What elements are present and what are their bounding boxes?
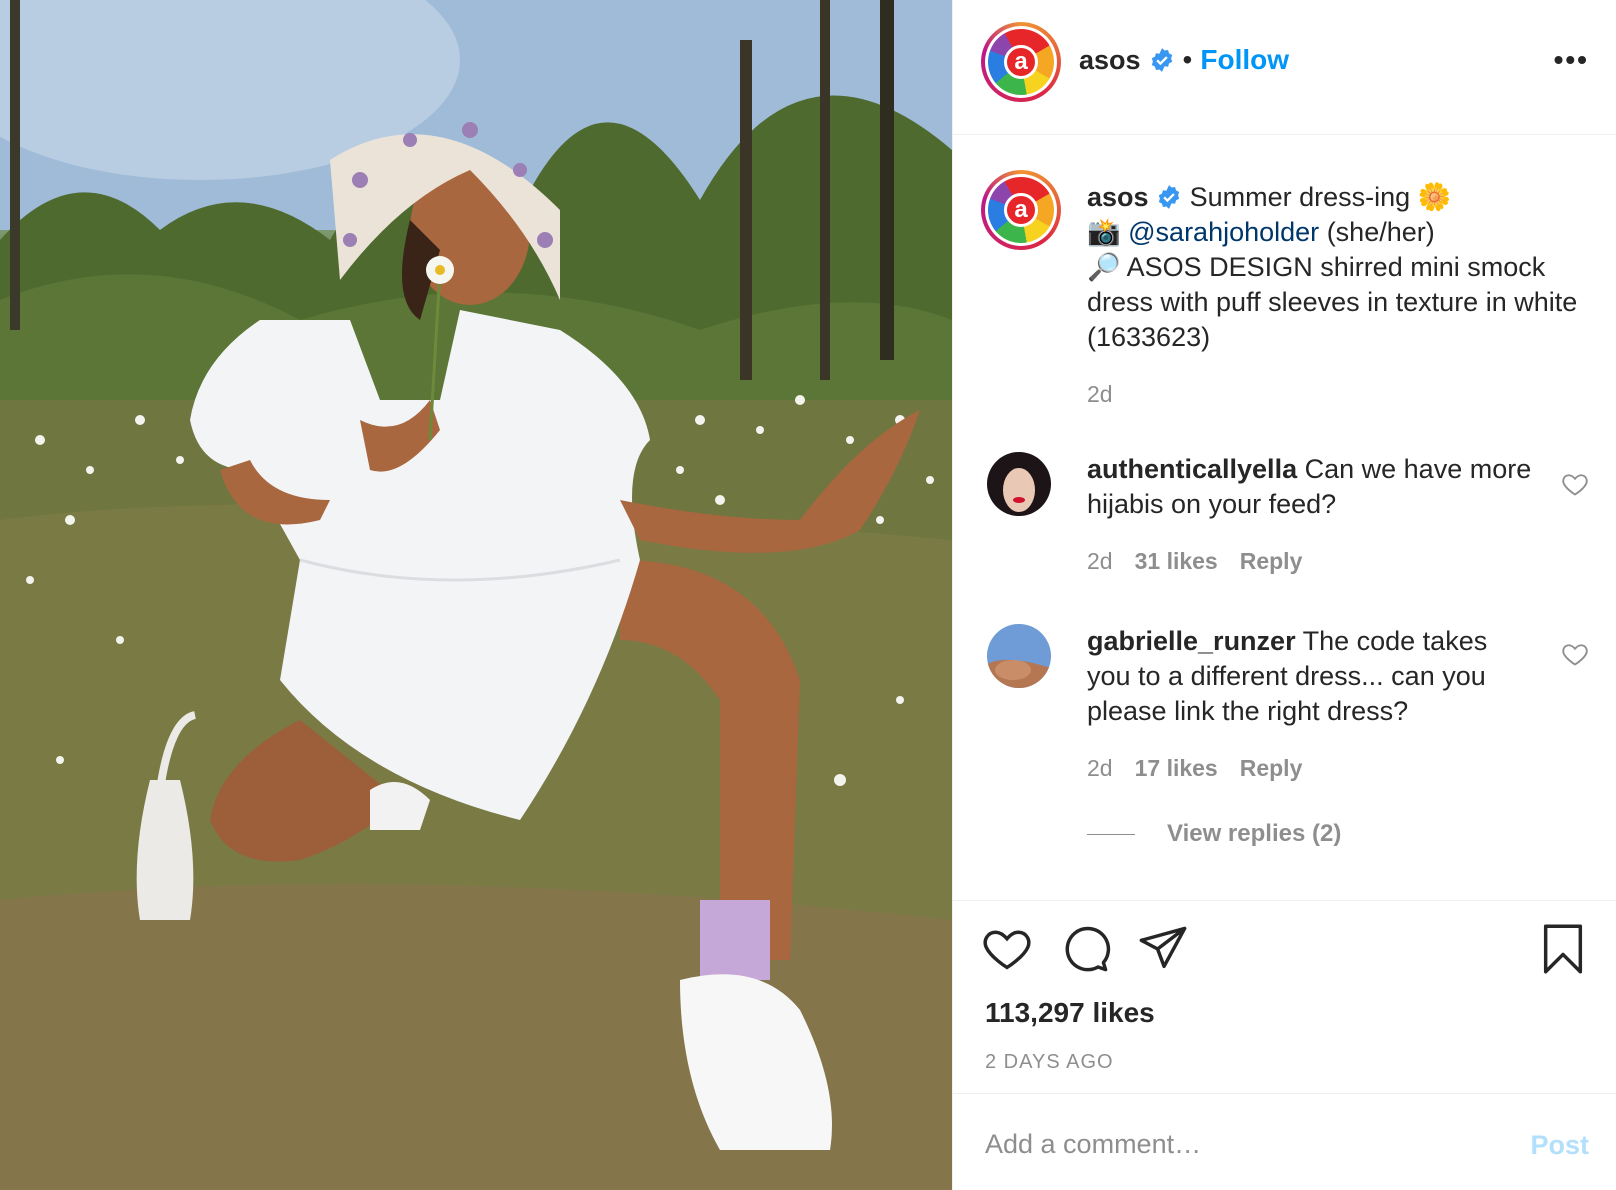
commenter-avatar[interactable] bbox=[987, 624, 1051, 688]
post-comment-button[interactable]: Post bbox=[1530, 1130, 1589, 1161]
search-emoji-icon: 🔎 bbox=[1087, 252, 1121, 282]
comment-likes[interactable]: 17 likes bbox=[1135, 755, 1218, 781]
comment-like-icon[interactable] bbox=[1561, 470, 1589, 498]
comment-time[interactable]: 2d bbox=[1087, 548, 1113, 574]
reply-button[interactable]: Reply bbox=[1240, 548, 1303, 574]
post-timestamp[interactable]: 2 DAYS AGO bbox=[985, 1051, 1114, 1074]
action-bar: 113,297 likes 2 DAYS AGO bbox=[953, 900, 1616, 1094]
author-avatar[interactable]: a bbox=[981, 22, 1061, 102]
post-header: a asos • Follow ••• bbox=[953, 0, 1616, 135]
view-replies-label: View replies (2) bbox=[1167, 820, 1342, 847]
comment-time[interactable]: 2d bbox=[1087, 755, 1113, 781]
commenter-avatar-icon bbox=[987, 624, 1051, 688]
caption-username[interactable]: asos bbox=[1087, 182, 1149, 212]
share-paper-plane-icon[interactable] bbox=[1137, 923, 1189, 975]
header-separator: • bbox=[1182, 44, 1193, 75]
commenter-avatar[interactable] bbox=[987, 452, 1051, 516]
comment-bubble-icon[interactable] bbox=[1059, 923, 1111, 975]
comment-likes[interactable]: 31 likes bbox=[1135, 548, 1218, 574]
camera-emoji-icon: 📸 bbox=[1087, 217, 1121, 247]
caption-avatar[interactable]: a bbox=[981, 170, 1061, 250]
comment-like-icon[interactable] bbox=[1561, 640, 1589, 668]
post-photo-illustration bbox=[0, 0, 952, 1190]
more-options-icon[interactable]: ••• bbox=[1554, 46, 1589, 74]
comments-section: a asos Summer dress-ing 🌼 📸 @sarahjohold… bbox=[953, 136, 1616, 896]
comment-input[interactable] bbox=[985, 1120, 1485, 1168]
sun-emoji-icon: 🌼 bbox=[1417, 182, 1452, 212]
add-comment-bar: Post bbox=[953, 1096, 1616, 1190]
comment-1: authenticallyella Can we have more hijab… bbox=[1087, 452, 1537, 579]
verified-badge-icon bbox=[1158, 185, 1180, 209]
comment-meta: 2d 31 likes Reply bbox=[1087, 544, 1537, 579]
author-username[interactable]: asos bbox=[1079, 45, 1141, 76]
post-image[interactable] bbox=[0, 0, 952, 1190]
comment-meta: 2d 17 likes Reply bbox=[1087, 751, 1537, 786]
caption: asos Summer dress-ing 🌼 📸 @sarahjoholder… bbox=[1087, 180, 1587, 412]
verified-badge-icon bbox=[1151, 48, 1172, 72]
view-replies-button[interactable]: View replies (2) bbox=[1087, 820, 1341, 848]
comment-2: gabrielle_runzer The code takes you to a… bbox=[1087, 624, 1537, 786]
follow-button[interactable]: Follow bbox=[1200, 44, 1289, 76]
post-panel: a asos • Follow ••• a asos Summer dress-… bbox=[952, 0, 1616, 1190]
comment-username[interactable]: gabrielle_runzer bbox=[1087, 626, 1296, 656]
caption-product: ASOS DESIGN shirred mini smock dress wit… bbox=[1087, 252, 1578, 352]
asos-logo-icon: a bbox=[988, 29, 1054, 95]
commenter-avatar-icon bbox=[987, 452, 1051, 516]
replies-divider bbox=[1087, 833, 1135, 835]
mention-link[interactable]: @sarahjoholder bbox=[1128, 217, 1319, 247]
comment-username[interactable]: authenticallyella bbox=[1087, 454, 1297, 484]
caption-pronouns: (she/her) bbox=[1326, 217, 1435, 247]
caption-time[interactable]: 2d bbox=[1087, 377, 1587, 412]
caption-line1: Summer dress-ing bbox=[1189, 182, 1411, 212]
save-bookmark-icon[interactable] bbox=[1537, 923, 1589, 975]
reply-button[interactable]: Reply bbox=[1240, 755, 1303, 781]
asos-logo-icon: a bbox=[988, 177, 1054, 243]
likes-count[interactable]: 113,297 likes bbox=[985, 997, 1155, 1029]
like-heart-icon[interactable] bbox=[981, 923, 1033, 975]
